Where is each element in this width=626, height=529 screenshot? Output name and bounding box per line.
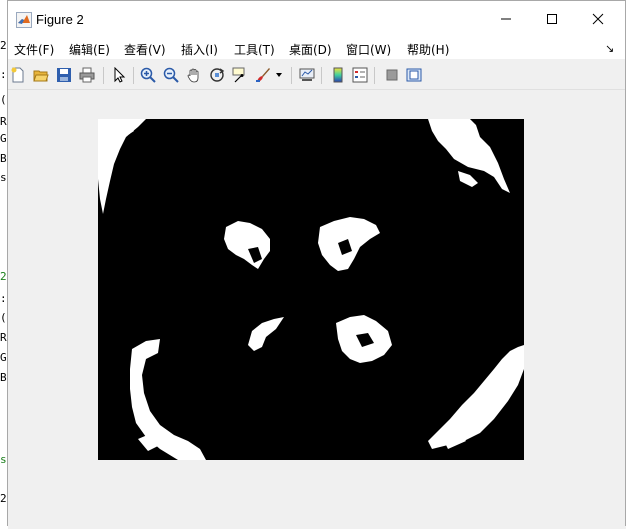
zoom-out-icon[interactable] [162,66,180,84]
toolbar-separator [103,67,104,84]
zoom-in-icon[interactable] [139,66,157,84]
bg-text: G [0,132,7,145]
menu-help[interactable]: 帮助(H) [407,41,449,58]
image-axes[interactable] [98,119,524,460]
bg-text: s [0,453,7,466]
bg-text: B [0,371,7,384]
save-icon[interactable] [55,66,73,84]
show-plot-tools-icon[interactable] [405,66,423,84]
pan-hand-icon[interactable] [185,66,203,84]
figure-toolbar [8,61,625,90]
toolbar-separator [321,67,322,84]
maximize-button[interactable] [529,1,575,37]
menu-edit[interactable]: 编辑(E) [69,41,110,58]
close-icon [592,13,604,25]
minimize-icon [501,18,511,20]
menu-desktop[interactable]: 桌面(D) [289,41,332,58]
dock-arrow-icon[interactable]: ↘ [605,42,614,55]
figure-window: Figure 2 文件(F) 编辑(E) 查看(V) 插入(I) 工具(T) 桌… [7,0,626,526]
bg-text: 2 [0,270,7,283]
legend-icon[interactable] [351,66,369,84]
bg-text: 2 [0,492,7,505]
menu-bar: 文件(F) 编辑(E) 查看(V) 插入(I) 工具(T) 桌面(D) 窗口(W… [8,37,625,59]
bg-text: : [0,292,7,305]
bg-text: ( [0,93,7,106]
menu-file[interactable]: 文件(F) [14,41,54,58]
menu-insert[interactable]: 插入(I) [181,41,218,58]
bg-text: B [0,152,7,165]
select-arrow-icon[interactable] [110,66,128,84]
title-bar[interactable]: Figure 2 [8,1,625,37]
window-title: Figure 2 [36,12,84,27]
brush-dropdown-icon[interactable] [274,66,284,84]
print-icon[interactable] [78,66,96,84]
maximize-icon [547,14,557,24]
bg-text: : [0,68,7,81]
matlab-logo-icon [16,12,32,28]
toolbar-separator [291,67,292,84]
bg-text: s [0,171,7,184]
close-button[interactable] [575,1,621,37]
bg-text: R [0,331,7,344]
menu-tools[interactable]: 工具(T) [234,41,275,58]
menu-view[interactable]: 查看(V) [124,41,166,58]
hide-plot-tools-icon[interactable] [383,66,401,84]
bg-text: G [0,351,7,364]
brush-icon[interactable] [254,66,272,84]
menu-window[interactable]: 窗口(W) [346,41,391,58]
bg-text: R [0,115,7,128]
binary-image [98,119,524,460]
data-cursor-icon[interactable] [231,66,249,84]
bg-text: 2 [0,39,7,52]
open-file-icon[interactable] [32,66,50,84]
new-figure-icon[interactable] [9,66,27,84]
toolbar-separator [133,67,134,84]
toolbar-separator [374,67,375,84]
link-plot-icon[interactable] [298,66,316,84]
bg-text: ( [0,311,7,324]
rotate-3d-icon[interactable] [208,66,226,84]
colorbar-icon[interactable] [329,66,347,84]
minimize-button[interactable] [483,1,529,37]
figure-canvas [8,90,625,526]
